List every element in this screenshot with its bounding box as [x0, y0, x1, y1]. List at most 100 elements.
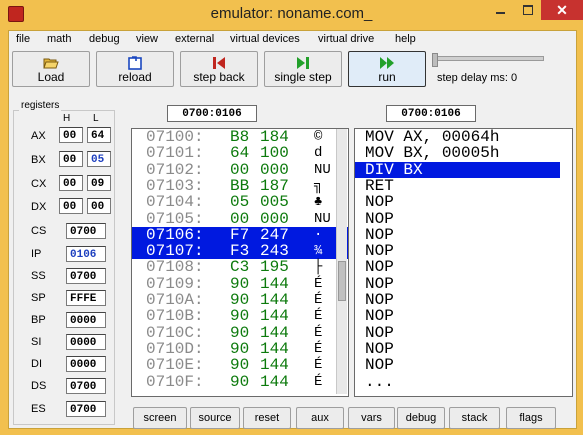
disassembly-line[interactable]: NOP	[355, 259, 560, 275]
memory-address: 07107:	[146, 242, 204, 261]
ds-field[interactable]: 0700	[66, 378, 106, 394]
memory-address: 07102:	[146, 160, 204, 179]
bl-field[interactable]: 05	[87, 151, 111, 167]
dh-field[interactable]: 00	[59, 198, 83, 214]
stack-button[interactable]: stack	[449, 407, 500, 429]
flags-button[interactable]: flags	[506, 407, 556, 429]
disassembly-line[interactable]: ...	[355, 373, 560, 390]
ch-field[interactable]: 00	[59, 175, 83, 191]
memory-row[interactable]: 0710B: 90 144 É	[132, 308, 348, 324]
ip-field[interactable]: 0106	[66, 246, 106, 262]
memory-decimal: 195	[260, 258, 289, 277]
close-button[interactable]: ✕	[541, 0, 583, 20]
bp-field[interactable]: 0000	[66, 312, 106, 328]
memory-list[interactable]: 07100: B8 184 © 07101: 64 100 d 07102: 00 000 NU …	[131, 128, 349, 397]
memory-row[interactable]: 07104: 05 005 ♣	[132, 194, 348, 210]
ds-label: DS	[31, 380, 47, 392]
step-back-button[interactable]: step back	[180, 51, 258, 87]
aux-button[interactable]: aux	[296, 407, 344, 429]
load-button[interactable]: Load	[12, 51, 90, 87]
run-button[interactable]: run	[348, 51, 426, 87]
step-delay-slider-thumb[interactable]	[432, 53, 438, 67]
memory-address-input[interactable]: 0700:0106	[167, 105, 257, 122]
memory-hex: 90	[230, 339, 250, 358]
menu-virtual-devices[interactable]: virtual devices	[230, 33, 300, 45]
memory-row[interactable]: 0710F: 90 144 É	[132, 374, 348, 390]
menu-external[interactable]: external	[175, 33, 214, 45]
memory-hex: 90	[230, 291, 250, 309]
memory-decimal: 144	[260, 356, 289, 375]
disassembly-line[interactable]: NOP	[355, 292, 560, 308]
bx-label: BX	[31, 154, 46, 166]
disassembly-line[interactable]: NOP	[355, 227, 560, 243]
memory-hex: BB	[230, 176, 250, 195]
ah-field[interactable]: 00	[59, 127, 83, 143]
memory-row[interactable]: 0710C: 90 144 É	[132, 325, 348, 341]
disassembly-line[interactable]: NOP	[355, 210, 560, 227]
step-delay-slider[interactable]	[437, 56, 544, 61]
memory-row-selected[interactable]: 07106: F7 247 ·	[132, 226, 348, 244]
di-field[interactable]: 0000	[66, 356, 106, 372]
sp-field[interactable]: FFFE	[66, 290, 106, 306]
cl-field[interactable]: 09	[87, 175, 111, 191]
disassembly-line[interactable]: MOV BX, 00005h	[355, 145, 560, 161]
menu-view[interactable]: view	[136, 33, 158, 45]
memory-row[interactable]: 07103: BB 187 ╗	[132, 178, 348, 194]
disassembly-line[interactable]: NOP	[355, 194, 560, 210]
memory-address: 0710B:	[146, 307, 204, 326]
disassembly-line[interactable]: NOP	[355, 341, 560, 357]
screen-button[interactable]: screen	[133, 407, 187, 429]
memory-row[interactable]: 0710A: 90 144 É	[132, 292, 348, 308]
reset-button[interactable]: reset	[243, 407, 291, 429]
disassembly-line[interactable]: NOP	[355, 357, 560, 373]
cs-field[interactable]: 0700	[66, 223, 106, 239]
memory-row[interactable]: 07102: 00 000 NU	[132, 162, 348, 178]
memory-scrollbar[interactable]	[336, 129, 347, 394]
memory-row[interactable]: 0710D: 90 144 É	[132, 341, 348, 357]
memory-char: ·	[314, 226, 323, 243]
ss-field[interactable]: 0700	[66, 268, 106, 284]
debug-button[interactable]: debug	[397, 407, 445, 429]
menu-virtual-drive[interactable]: virtual drive	[318, 33, 374, 45]
maximize-button[interactable]	[514, 0, 541, 20]
memory-row[interactable]: 07101: 64 100 d	[132, 145, 348, 161]
memory-row-selected[interactable]: 07107: F3 243 ¾	[132, 242, 348, 261]
ss-label: SS	[31, 270, 46, 282]
menu-math[interactable]: math	[47, 33, 71, 45]
single-step-button[interactable]: single step	[264, 51, 342, 87]
memory-row[interactable]: 07105: 00 000 NU	[132, 211, 348, 227]
memory-scrollbar-thumb[interactable]	[338, 261, 346, 301]
memory-row[interactable]: 07108: C3 195 ├	[132, 259, 348, 275]
si-field[interactable]: 0000	[66, 334, 106, 350]
disassembly-line[interactable]: NOP	[355, 324, 560, 341]
disassembly-line[interactable]: NOP	[355, 276, 560, 292]
al-field[interactable]: 64	[87, 127, 111, 143]
disassembly-line-selected[interactable]: DIV BX	[355, 161, 560, 178]
registers-title: registers	[19, 100, 62, 111]
es-field[interactable]: 0700	[66, 401, 106, 417]
disassembly-line[interactable]: NOP	[355, 243, 560, 259]
menu-file[interactable]: file	[16, 33, 30, 45]
memory-char: NU	[314, 161, 331, 178]
reload-button[interactable]: reload	[96, 51, 174, 87]
memory-decimal: 144	[260, 291, 289, 309]
bh-field[interactable]: 00	[59, 151, 83, 167]
disassembly-list[interactable]: MOV AX, 00064h MOV BX, 00005h DIV BX RET…	[354, 128, 573, 397]
source-button[interactable]: source	[190, 407, 240, 429]
menu-help[interactable]: help	[395, 33, 416, 45]
memory-row[interactable]: 07100: B8 184 ©	[132, 129, 348, 145]
memory-address: 0710C:	[146, 323, 204, 342]
memory-row[interactable]: 07109: 90 144 É	[132, 276, 348, 292]
minimize-button[interactable]	[487, 0, 514, 20]
memory-row[interactable]: 0710E: 90 144 É	[132, 357, 348, 373]
vars-button[interactable]: vars	[348, 407, 395, 429]
bp-label: BP	[31, 314, 46, 326]
cs-label: CS	[31, 225, 47, 237]
disassembly-line[interactable]: NOP	[355, 308, 560, 324]
menu-debug[interactable]: debug	[89, 33, 120, 45]
dl-field[interactable]: 00	[87, 198, 111, 214]
disassembly-line[interactable]: RET	[355, 178, 560, 194]
title-bar[interactable]: emulator: noname.com_ ✕	[0, 0, 583, 30]
disassembly-address-input[interactable]: 0700:0106	[386, 105, 476, 122]
disassembly-line[interactable]: MOV AX, 00064h	[355, 129, 560, 145]
